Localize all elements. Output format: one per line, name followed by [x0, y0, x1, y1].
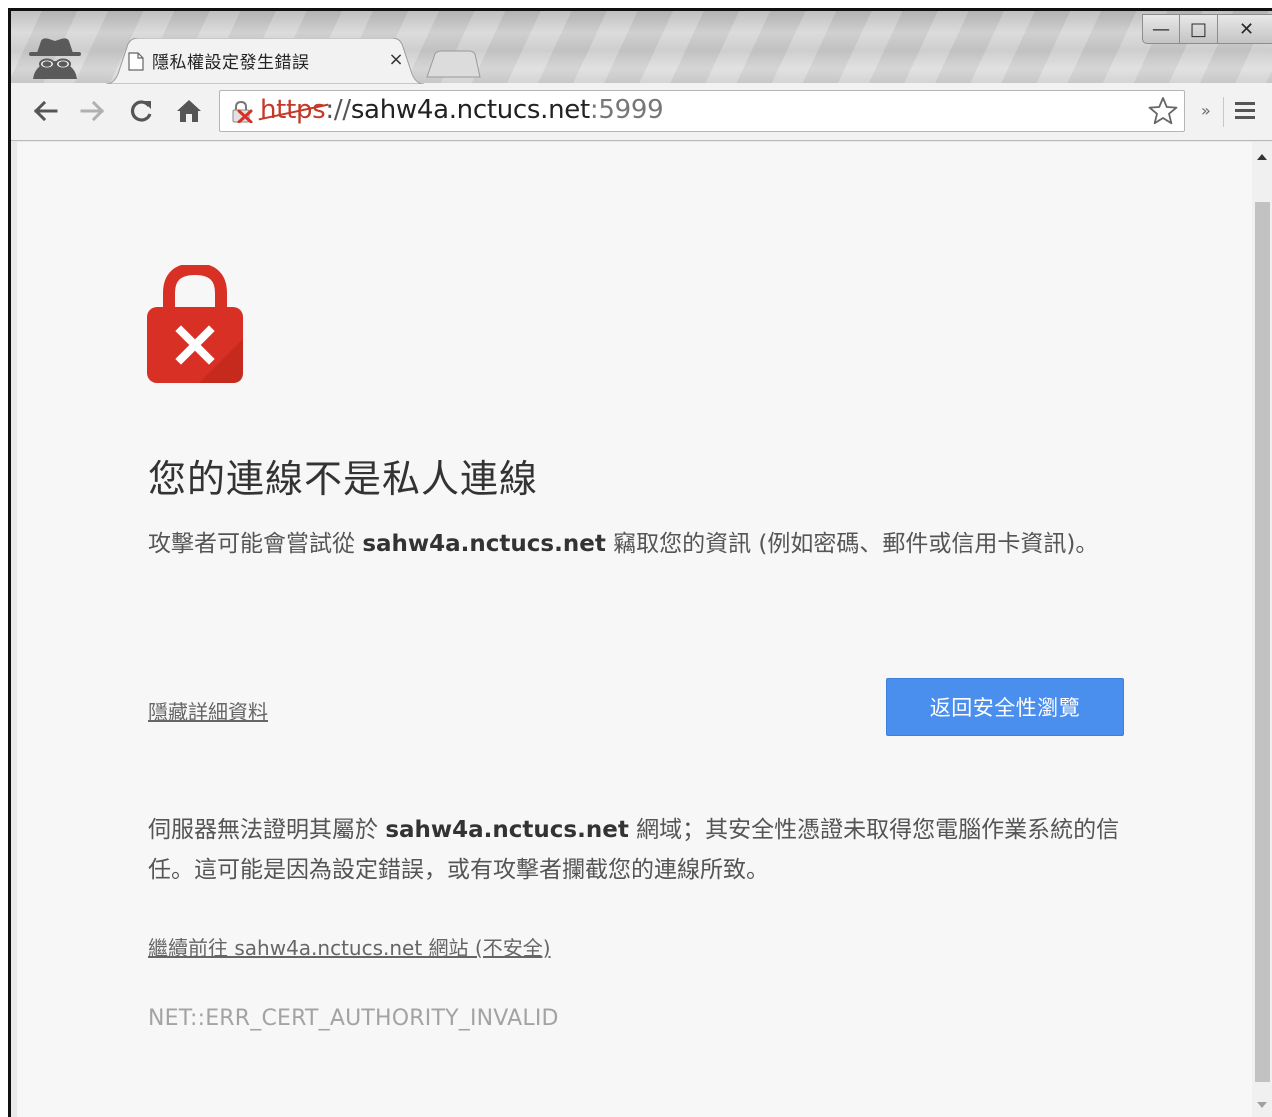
broken-lock-icon[interactable]	[230, 101, 254, 123]
minimize-button[interactable]: —	[1142, 14, 1180, 44]
minimize-icon: —	[1152, 18, 1170, 40]
tab-active[interactable]: 隱私權設定發生錯誤 ×	[106, 38, 424, 84]
interstitial-page: 您的連線不是私人連線 攻擊者可能會嘗試從 sahw4a.nctucs.net 竊…	[17, 142, 1252, 1117]
proceed-unsafe-link[interactable]: 繼續前往 sahw4a.nctucs.net 網站 (不安全)	[148, 932, 551, 961]
scroll-down-arrow-icon[interactable]	[1257, 1102, 1267, 1108]
incognito-icon	[29, 38, 81, 79]
toolbar-divider	[1223, 97, 1224, 127]
browser-window: 隱私權設定發生錯誤 × — □ ✕ https://sahw4a.nctucs.…	[8, 8, 1272, 1117]
menu-bar-line	[1235, 109, 1255, 112]
window-controls: — □ ✕	[1142, 14, 1272, 46]
back-arrow-icon	[33, 100, 58, 122]
explanation-host: sahw4a.nctucs.net	[385, 817, 629, 843]
vertical-scrollbar[interactable]	[1252, 142, 1272, 1117]
close-icon: ✕	[1238, 18, 1255, 40]
tab-close-icon[interactable]: ×	[386, 49, 406, 70]
url-separator: ://	[325, 95, 351, 125]
error-code: NET::ERR_CERT_AUTHORITY_INVALID	[148, 1006, 559, 1031]
page-title: 您的連線不是私人連線	[148, 457, 539, 501]
close-window-button[interactable]: ✕	[1218, 14, 1272, 44]
intro-text-after: 竊取您的資訊 (例如密碼、郵件或信用卡資訊)。	[605, 531, 1099, 557]
url-scheme: https	[260, 95, 326, 125]
url-host: sahw4a.nctucs.net	[350, 95, 590, 125]
intro-host: sahw4a.nctucs.net	[362, 531, 606, 557]
maximize-button[interactable]: □	[1180, 14, 1218, 44]
menu-bar-line	[1235, 116, 1255, 119]
title-bar: 隱私權設定發生錯誤 × — □ ✕	[11, 11, 1272, 84]
tab-title: 隱私權設定發生錯誤	[152, 53, 310, 73]
hide-details-link[interactable]: 隱藏詳細資料	[148, 696, 268, 725]
url-port: :5999	[589, 95, 664, 125]
hamburger-menu-icon[interactable]	[1233, 99, 1257, 123]
back-button[interactable]	[27, 93, 63, 129]
new-tab-button[interactable]	[425, 50, 481, 78]
reload-button[interactable]	[123, 93, 159, 129]
scroll-up-arrow-icon[interactable]	[1257, 154, 1267, 160]
forward-arrow-icon	[80, 100, 105, 122]
home-button[interactable]	[171, 93, 207, 129]
intro-text: 攻擊者可能會嘗試從 sahw4a.nctucs.net 竊取您的資訊 (例如密碼…	[148, 524, 1138, 564]
browser-toolbar: https://sahw4a.nctucs.net:5999 »	[11, 83, 1272, 141]
explanation-text-before: 伺服器無法證明其屬於	[148, 817, 386, 843]
intro-text-before: 攻擊者可能會嘗試從	[148, 531, 363, 557]
scroll-thumb[interactable]	[1255, 202, 1270, 1082]
extensions-overflow-icon[interactable]: »	[1201, 101, 1211, 120]
maximize-icon: □	[1189, 18, 1207, 40]
address-bar[interactable]: https://sahw4a.nctucs.net:5999	[219, 90, 1185, 132]
url-text[interactable]: https://sahw4a.nctucs.net:5999	[260, 95, 664, 125]
back-to-safety-button[interactable]: 返回安全性瀏覽	[886, 678, 1124, 736]
menu-bar-line	[1235, 102, 1255, 105]
page-icon	[128, 52, 144, 71]
forward-button[interactable]	[75, 93, 111, 129]
reload-icon	[130, 100, 152, 122]
star-icon[interactable]	[1148, 96, 1178, 126]
red-lock-x-icon	[147, 265, 243, 383]
explanation-text: 伺服器無法證明其屬於 sahw4a.nctucs.net 網域；其安全性憑證未取…	[148, 810, 1138, 890]
home-icon	[177, 100, 201, 122]
